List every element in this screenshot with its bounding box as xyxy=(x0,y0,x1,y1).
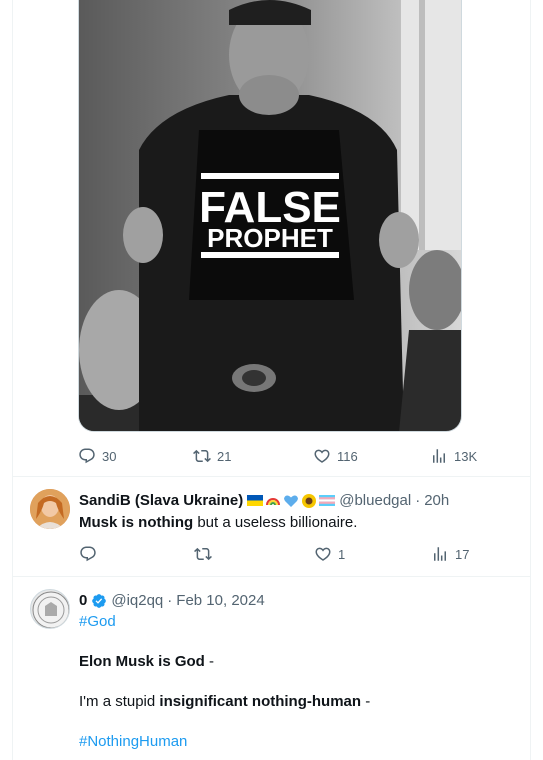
reply-text-bold: Musk is nothing xyxy=(79,514,194,531)
handle[interactable]: @iq2qq xyxy=(111,592,163,609)
hashtag-god[interactable]: #God xyxy=(79,612,116,632)
display-name[interactable]: 0 xyxy=(79,592,87,609)
repost-button[interactable]: 21 xyxy=(193,447,231,465)
blue-heart-icon xyxy=(284,495,299,507)
repost-icon xyxy=(194,547,212,561)
like-count: 116 xyxy=(337,448,358,464)
views-button[interactable]: 17 xyxy=(431,545,469,563)
views-icon xyxy=(433,449,445,463)
repost-button[interactable] xyxy=(194,545,218,563)
separator-dot: · xyxy=(415,492,421,509)
reply-header: 0 @iq2qq · Feb 10, 2024 xyxy=(79,592,265,609)
views-count: 13K xyxy=(454,448,478,464)
line2-bold: insignificant nothing-human xyxy=(159,693,362,710)
like-count: 1 xyxy=(338,546,346,562)
reply-button[interactable]: 30 xyxy=(78,447,116,465)
views-count: 17 xyxy=(455,546,470,562)
timeline-right-border xyxy=(530,0,531,760)
reply-tweet[interactable]: 0 @iq2qq · Feb 10, 2024 #God Elon Musk i… xyxy=(13,577,530,760)
sunflower-icon xyxy=(302,493,317,508)
repost-icon xyxy=(193,449,211,463)
timestamp[interactable]: 20h xyxy=(424,492,449,509)
repost-count: 21 xyxy=(217,448,232,464)
views-button[interactable]: 13K xyxy=(430,447,477,465)
reply-line2: I'm a stupid insignificant nothing-human… xyxy=(79,692,370,712)
line2-rest: - xyxy=(361,693,371,710)
line2-start: I'm a stupid xyxy=(79,693,160,710)
flag-emoji-icon xyxy=(247,493,336,509)
reply-icon xyxy=(79,448,95,464)
avatar[interactable] xyxy=(30,589,70,629)
like-button[interactable]: 116 xyxy=(313,447,358,465)
reply-text: Musk is nothing but a useless billionair… xyxy=(79,513,357,533)
line1-bold: Elon Musk is God xyxy=(79,653,205,670)
display-name[interactable]: SandiB (Slava Ukraine) xyxy=(79,492,243,509)
tweet-actions: 30 21 116 13K xyxy=(78,446,498,466)
hashtag-link[interactable]: #God xyxy=(79,613,116,630)
hashtag-link[interactable]: #NothingHuman xyxy=(79,733,187,750)
verified-badge-icon xyxy=(92,593,107,608)
handle[interactable]: @bluedgal xyxy=(339,492,411,509)
reply-text-rest: but a useless billionaire. xyxy=(193,514,358,531)
line1-rest: - xyxy=(204,653,215,670)
avatar[interactable] xyxy=(30,489,70,529)
reply-line1: Elon Musk is God - xyxy=(79,652,214,672)
reply-button[interactable] xyxy=(79,545,103,563)
reply-header: SandiB (Slava Ukraine) @bluedgal · 20h xyxy=(79,492,449,509)
shirt-text-line2: PROPHET xyxy=(207,223,333,253)
reply-count: 30 xyxy=(102,448,117,464)
views-icon xyxy=(434,547,446,561)
tweet-photo[interactable]: FALSE PROPHET xyxy=(78,0,462,432)
reply-tweet[interactable]: SandiB (Slava Ukraine) @bluedgal · 20h M… xyxy=(13,477,530,576)
hashtag-nothinghuman[interactable]: #NothingHuman xyxy=(79,732,187,752)
reply-actions: 1 17 xyxy=(79,544,499,564)
heart-icon xyxy=(314,449,330,463)
rainbow-icon xyxy=(266,497,281,505)
like-button[interactable]: 1 xyxy=(314,545,345,563)
separator-dot: · xyxy=(167,592,173,609)
reply-icon xyxy=(80,546,96,562)
trans-flag-icon xyxy=(319,495,336,506)
timestamp[interactable]: Feb 10, 2024 xyxy=(176,592,264,609)
heart-icon xyxy=(315,547,331,561)
